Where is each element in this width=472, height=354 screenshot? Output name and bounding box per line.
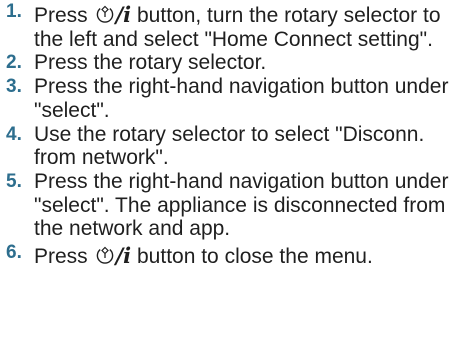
step-text-before: Press [34, 245, 94, 269]
step-text: Use the rotary selector to select "Disco… [34, 122, 425, 170]
step-1: 1. Press /i button, turn the rotary sele… [6, 0, 468, 51]
step-number: 1. [6, 1, 22, 22]
button-symbol: /i [115, 243, 132, 269]
step-2: 2. Press the rotary selector. [6, 51, 468, 75]
step-3: 3. Press the right-hand navigation butto… [6, 75, 468, 122]
step-number: 2. [6, 52, 22, 74]
power-info-icon [94, 3, 116, 25]
step-number: 5. [6, 170, 22, 192]
step-text-after: button to close the menu. [131, 245, 373, 269]
step-text: Press /i button, turn the rotary selecto… [34, 0, 468, 51]
power-info-icon [94, 244, 116, 266]
step-number: 3. [6, 76, 22, 98]
step-text-before: Press [34, 4, 94, 27]
button-symbol: /i [115, 2, 132, 27]
step-text: Press the right-hand navigation button u… [34, 75, 449, 122]
step-text: Press /i button to close the menu. [34, 241, 468, 269]
step-4: 4. Use the rotary selector to select "Di… [6, 123, 468, 170]
step-number: 4. [6, 123, 22, 145]
step-5: 5. Press the right-hand navigation butto… [6, 170, 468, 241]
step-number: 6. [6, 242, 22, 264]
step-text: Press the right-hand navigation button u… [34, 169, 449, 241]
step-text: Press the rotary selector. [34, 51, 267, 75]
step-6: 6. Press /i button to close the menu. [6, 241, 468, 269]
instruction-list: 1. Press /i button, turn the rotary sele… [6, 0, 468, 269]
